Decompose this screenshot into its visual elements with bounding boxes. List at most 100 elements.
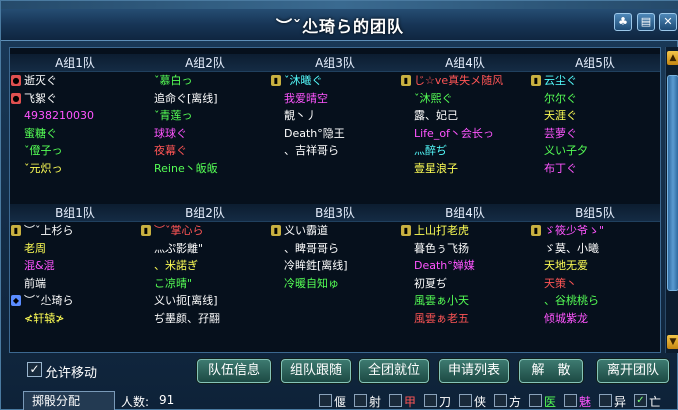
team-member[interactable]: 壹星浪子 bbox=[400, 160, 530, 178]
team-follow-button[interactable]: 组队跟随 bbox=[281, 359, 351, 383]
team-member[interactable]: ▮ 上山打老虎 bbox=[400, 222, 530, 240]
team-member[interactable]: 我爱晴空 bbox=[270, 90, 400, 108]
team-member[interactable]: ˇ沐熙ぐ bbox=[400, 90, 530, 108]
team-member[interactable]: 天地无爱 bbox=[530, 257, 660, 275]
member-name: ˇ沐曦ぐ bbox=[284, 74, 323, 87]
team-member[interactable]: Death°隐王 bbox=[270, 125, 400, 143]
filter-checkbox[interactable] bbox=[599, 394, 612, 407]
roster-scrollbar[interactable]: ▲ ▼ bbox=[665, 47, 678, 353]
scroll-thumb[interactable] bbox=[667, 75, 678, 291]
team-member[interactable]: 球球ぐ bbox=[140, 125, 270, 143]
team-header[interactable]: A组4队 bbox=[400, 54, 530, 72]
team-member[interactable]: ◆ ︶ˇ尐琦ら bbox=[10, 292, 140, 310]
team-member[interactable]: ▮ じ☆ve真失メ随风 bbox=[400, 72, 530, 90]
team-member[interactable]: ˇ慕白っ bbox=[140, 72, 270, 90]
team-member[interactable]: ゞ莫、小曦 bbox=[530, 240, 660, 258]
member-name: ˇ慕白っ bbox=[154, 74, 193, 87]
all-ready-button[interactable]: 全团就位 bbox=[359, 359, 429, 383]
team-member[interactable]: 初夏ぢ bbox=[400, 275, 530, 293]
scroll-down-arrow-icon[interactable]: ▼ bbox=[667, 335, 678, 349]
filter-checkbox[interactable] bbox=[494, 394, 507, 407]
team-info-button[interactable]: 队伍信息 bbox=[197, 359, 271, 383]
team-member[interactable]: ● 飞絮ぐ bbox=[10, 90, 140, 108]
team-member[interactable]: 、米諾ぎ bbox=[140, 257, 270, 275]
team-member[interactable]: 混&混 bbox=[10, 257, 140, 275]
team-member[interactable]: 倾城紫龙 bbox=[530, 310, 660, 328]
team-header[interactable]: B组5队 bbox=[530, 204, 660, 222]
avatar-icon: ● bbox=[11, 75, 21, 86]
team-member[interactable]: 、谷桃桃ら bbox=[530, 292, 660, 310]
team-member[interactable]: Life_of丶会长っ bbox=[400, 125, 530, 143]
team-header[interactable]: A组5队 bbox=[530, 54, 660, 72]
team-member[interactable]: ▮ ︶ˇ上杉ら bbox=[10, 222, 140, 240]
team-member[interactable]: 芸萝ぐ bbox=[530, 125, 660, 143]
scroll-up-arrow-icon[interactable]: ▲ bbox=[667, 51, 678, 65]
team-member[interactable]: ▮ ˇ沐曦ぐ bbox=[270, 72, 400, 90]
team-member[interactable]: 靚丶丿 bbox=[270, 107, 400, 125]
team-member[interactable]: 义い扼[离线] bbox=[140, 292, 270, 310]
team-member[interactable]: 風雲ぁ老五 bbox=[400, 310, 530, 328]
loot-mode-dropdown[interactable]: 掷骰分配 bbox=[23, 391, 115, 410]
team-header[interactable]: B组4队 bbox=[400, 204, 530, 222]
disband-button[interactable]: 解 散 bbox=[519, 359, 583, 383]
member-name: 球球ぐ bbox=[154, 126, 187, 140]
team-member[interactable]: 夜幕ぐ bbox=[140, 142, 270, 160]
filter-checkbox[interactable] bbox=[459, 394, 472, 407]
filter-checkbox[interactable]: ✓ bbox=[634, 394, 647, 407]
filter-checkbox[interactable] bbox=[564, 394, 577, 407]
filter-checkbox[interactable] bbox=[319, 394, 332, 407]
filter-checkbox[interactable] bbox=[389, 394, 402, 407]
list-view-icon[interactable]: ▤ bbox=[637, 13, 655, 31]
leave-team-button[interactable]: 离开团队 bbox=[597, 359, 669, 383]
team-header[interactable]: A组1队 bbox=[10, 54, 140, 72]
team-member[interactable]: 尔尔ぐ bbox=[530, 90, 660, 108]
team-header[interactable]: B组2队 bbox=[140, 204, 270, 222]
member-name: じ☆ve真失メ随风 bbox=[414, 74, 504, 87]
team-member[interactable]: ▮ 义い霸道 bbox=[270, 222, 400, 240]
team-member[interactable]: 布丁ぐ bbox=[530, 160, 660, 178]
team-member[interactable]: ▮ 云尘ぐ bbox=[530, 72, 660, 90]
team-member[interactable]: 义い子夕 bbox=[530, 142, 660, 160]
team-member[interactable]: 灬醉ぢ bbox=[400, 142, 530, 160]
team-member[interactable]: 冷眸鉎[离线] bbox=[270, 257, 400, 275]
team-member[interactable]: ぢ墨颜、孖翮 bbox=[140, 310, 270, 328]
team-member[interactable]: 老周 bbox=[10, 240, 140, 258]
team-member[interactable]: 露、妃己 bbox=[400, 107, 530, 125]
team-member[interactable]: 4938210030 bbox=[10, 107, 140, 125]
team-member[interactable]: 前端 bbox=[10, 275, 140, 293]
team-member[interactable]: 暮色ぅ飞扬 bbox=[400, 240, 530, 258]
team-member[interactable]: 風雲ぁ小天 bbox=[400, 292, 530, 310]
filter-checkbox[interactable] bbox=[529, 394, 542, 407]
filter-checkbox[interactable] bbox=[424, 394, 437, 407]
team-member[interactable]: Reine丶皈皈 bbox=[140, 160, 270, 178]
team-member[interactable]: 追命ぐ[离线] bbox=[140, 90, 270, 108]
team-header[interactable]: B组3队 bbox=[270, 204, 400, 222]
team-header[interactable]: B组1队 bbox=[10, 204, 140, 222]
member-name: Death°婵媒 bbox=[414, 259, 475, 273]
team-settings-icon[interactable]: ♣ bbox=[614, 13, 632, 31]
team-member[interactable]: ▮ ゞ筱少爷ゝ" bbox=[530, 222, 660, 240]
team-member[interactable]: 天策丶 bbox=[530, 275, 660, 293]
team-header[interactable]: A组2队 bbox=[140, 54, 270, 72]
team-member[interactable]: こ凉晴" bbox=[140, 275, 270, 293]
team-header[interactable]: A组3队 bbox=[270, 54, 400, 72]
team-member[interactable]: ˇ青莲っ bbox=[140, 107, 270, 125]
title-bar[interactable]: ︶ˇ尐琦ら的团队 ♣ ▤ ✕ bbox=[1, 1, 678, 41]
allow-move-checkbox[interactable]: ✓ bbox=[27, 362, 42, 377]
team-member[interactable]: ˇ僜子っ bbox=[10, 142, 140, 160]
close-icon[interactable]: ✕ bbox=[659, 13, 677, 31]
team-member[interactable]: 、吉祥哥ら bbox=[270, 142, 400, 160]
team-member[interactable]: ≮轩辕≯ bbox=[10, 310, 140, 328]
team-member[interactable]: ˇ元炽っ bbox=[10, 160, 140, 178]
application-list-button[interactable]: 申请列表 bbox=[439, 359, 509, 383]
team-member[interactable]: 蜜糖ぐ bbox=[10, 125, 140, 143]
team-member[interactable]: 冷暖自知ゅ bbox=[270, 275, 400, 293]
team-member[interactable]: 灬ぷ影離" bbox=[140, 240, 270, 258]
team-member[interactable]: Death°婵媒 bbox=[400, 257, 530, 275]
filter-checkbox[interactable] bbox=[354, 394, 367, 407]
team-member[interactable]: 天涯ぐ bbox=[530, 107, 660, 125]
member-name: 天涯ぐ bbox=[544, 109, 577, 123]
team-member[interactable]: 、睥哥哥ら bbox=[270, 240, 400, 258]
team-member[interactable]: ● 逝灭ぐ bbox=[10, 72, 140, 90]
team-member[interactable]: ▮ ︶ˇ掌心ら bbox=[140, 222, 270, 240]
